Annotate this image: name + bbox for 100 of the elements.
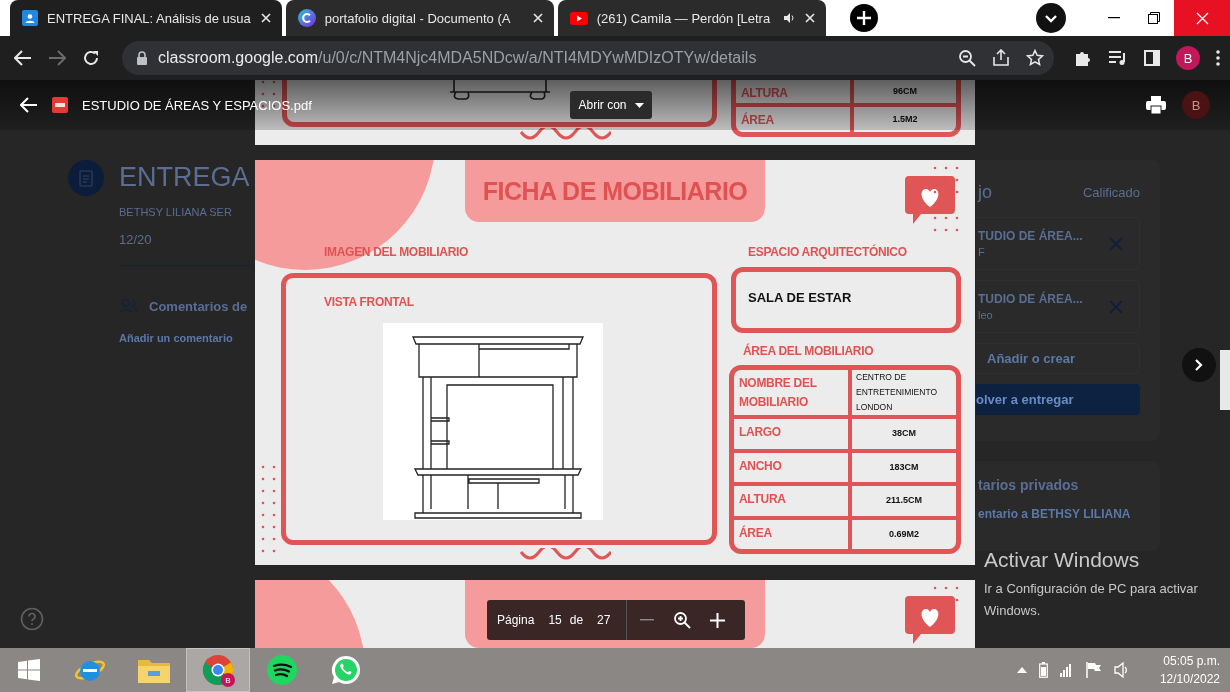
back-arrow-icon[interactable] xyxy=(14,50,32,66)
taskbar-button[interactable]: B xyxy=(186,648,250,692)
assignment-title: ENTREGA xyxy=(119,161,250,194)
zoom-in-icon[interactable] xyxy=(673,611,692,629)
dot-pattern xyxy=(933,586,959,602)
page-of-label: de xyxy=(569,613,584,627)
browser-tab[interactable]: portafolio digital - Documento (A xyxy=(285,0,554,36)
scrollbar-thumb[interactable] xyxy=(1220,350,1230,410)
plus-icon[interactable] xyxy=(710,612,726,628)
url-path: /u/0/c/NTM4Njc4MDA5NDcw/a/NTI4MDYwMDIzOTYw/details xyxy=(318,49,757,66)
minimize-icon xyxy=(1108,17,1120,19)
lock-icon xyxy=(136,51,148,65)
battery-icon[interactable] xyxy=(1038,662,1048,678)
page-label: Página xyxy=(497,613,535,627)
card-heading: jo xyxy=(978,182,992,203)
row-value: 183CM xyxy=(888,460,920,474)
share-icon[interactable] xyxy=(992,49,1010,67)
row-value: 0.69M2 xyxy=(888,527,920,541)
browser-tab[interactable]: (261) Camila — Perdón [Letra xyxy=(557,0,826,36)
side-panel-icon[interactable] xyxy=(1144,50,1160,66)
activation-title: Activar Windows xyxy=(984,548,1141,572)
space-name: SALA DE ESTAR xyxy=(748,289,852,305)
menu-icon[interactable] xyxy=(1216,50,1220,66)
row-value: CENTRO DE ENTRETENIMIENTO LONDON xyxy=(855,371,939,414)
dot-pattern xyxy=(933,166,959,194)
classroom-tab-icon xyxy=(22,10,38,26)
attachment-name: TUDIO DE ÁREA... xyxy=(978,229,1084,243)
signal-icon[interactable] xyxy=(1059,663,1074,677)
browser-tab[interactable]: ENTREGA FINAL: Análisis de usua xyxy=(10,0,282,36)
tab-title: (261) Camila — Perdón [Letra xyxy=(596,10,772,26)
assignment-icon xyxy=(68,160,104,196)
open-with-button[interactable]: Abrir con xyxy=(570,91,652,119)
dot-pattern xyxy=(933,216,959,232)
clock-time[interactable]: 05:05 p.m. xyxy=(1163,652,1220,670)
comments-heading: Comentarios de xyxy=(149,298,248,314)
tab-search-icon[interactable] xyxy=(1036,3,1066,33)
row-label: NOMBRE DEL MOBILIARIO xyxy=(734,370,852,415)
flag-icon[interactable] xyxy=(1085,662,1102,678)
profile-badge: B xyxy=(221,673,235,687)
row-value: 211.5CM xyxy=(885,494,923,508)
star-icon[interactable] xyxy=(1026,49,1044,67)
tab-title: portafolio digital - Documento (A xyxy=(324,10,512,26)
video-play-icon xyxy=(569,11,588,25)
row-value: 38CM xyxy=(891,427,917,441)
heart-message-icon xyxy=(905,176,955,226)
print-icon[interactable] xyxy=(1146,96,1166,114)
circle-logo-icon xyxy=(297,9,316,27)
row-label: ALTURA xyxy=(734,486,852,516)
activation-text: Ir a Configuración de PC para activar Windows. xyxy=(984,580,1199,620)
page-number-field[interactable]: 15 xyxy=(548,613,562,627)
page-title: FICHA DE MOBILIARIO xyxy=(482,176,748,206)
chat-phone-logo-icon xyxy=(330,654,362,686)
attachment-type: leo xyxy=(978,309,994,321)
section-heading: ÁREA DEL MOBILIARIO xyxy=(743,344,875,358)
section-heading: ESPACIO ARQUITECTÓNICO xyxy=(748,245,908,259)
address-bar[interactable]: classroom.google.com/u/0/c/NTM4Njc4MDA5NDcw/a/NTI4MDYwMDIzOTYw/details xyxy=(122,41,1054,75)
profile-avatar[interactable]: B xyxy=(1182,91,1210,119)
next-button[interactable] xyxy=(1182,348,1216,382)
tab-title: ENTREGA FINAL: Análisis de usua xyxy=(47,10,251,26)
row-label: LARGO xyxy=(734,419,852,449)
grade-text: 12/20 xyxy=(119,232,152,247)
caret-icon xyxy=(634,102,644,108)
people-icon xyxy=(119,298,139,314)
attachment-name: TUDIO DE ÁREA... xyxy=(978,292,1084,306)
pdf-file-icon xyxy=(52,97,68,113)
add-or-create-button[interactable]: Añadir o crear xyxy=(976,343,1140,374)
add-private-comment-link[interactable]: entario a BETHSY LILIANA xyxy=(978,507,1150,521)
puzzle-icon[interactable] xyxy=(1074,49,1092,67)
row-value: 96CM xyxy=(892,85,918,98)
close-icon xyxy=(1195,11,1209,25)
row-value: 1.5M2 xyxy=(891,113,919,126)
media-queue-icon[interactable] xyxy=(1108,50,1128,66)
music-logo-icon xyxy=(267,655,297,685)
row-label: ALTURA xyxy=(736,80,854,103)
attachment-type: F xyxy=(978,246,986,258)
student-name: BETHSY LILIANA SER xyxy=(119,206,232,218)
help-icon[interactable] xyxy=(20,607,44,631)
new-tab-icon[interactable] xyxy=(849,4,878,32)
url-host: classroom.google.com xyxy=(158,49,319,66)
reload-icon[interactable] xyxy=(82,49,100,67)
speaker-icon[interactable] xyxy=(1113,662,1130,678)
profile-avatar[interactable]: B xyxy=(1176,46,1200,70)
section-heading: IMAGEN DEL MOBILIARIO xyxy=(324,245,470,259)
row-label: ANCHO xyxy=(734,452,852,482)
windows-logo-icon xyxy=(18,659,40,681)
row-label: ÁREA xyxy=(736,107,854,132)
zoom-out-icon[interactable] xyxy=(958,49,976,67)
chevron-right-icon xyxy=(1195,359,1203,371)
restore-icon xyxy=(1148,12,1160,24)
folder-icon xyxy=(138,657,170,683)
status-text: Calificado xyxy=(1082,185,1140,200)
add-comment-link[interactable]: Añadir un comentario xyxy=(119,332,233,344)
view-label: VISTA FRONTAL xyxy=(324,295,414,309)
private-comments-heading: tarios privados xyxy=(978,477,1080,493)
resubmit-button[interactable]: olver a entregar xyxy=(976,384,1140,415)
row-label: ÁREA xyxy=(734,519,852,549)
clock-date[interactable]: 12/10/2022 xyxy=(1159,670,1220,688)
heart-message-icon xyxy=(905,596,955,646)
minus-icon[interactable] xyxy=(640,619,655,621)
caret-up-icon[interactable] xyxy=(1016,667,1027,673)
